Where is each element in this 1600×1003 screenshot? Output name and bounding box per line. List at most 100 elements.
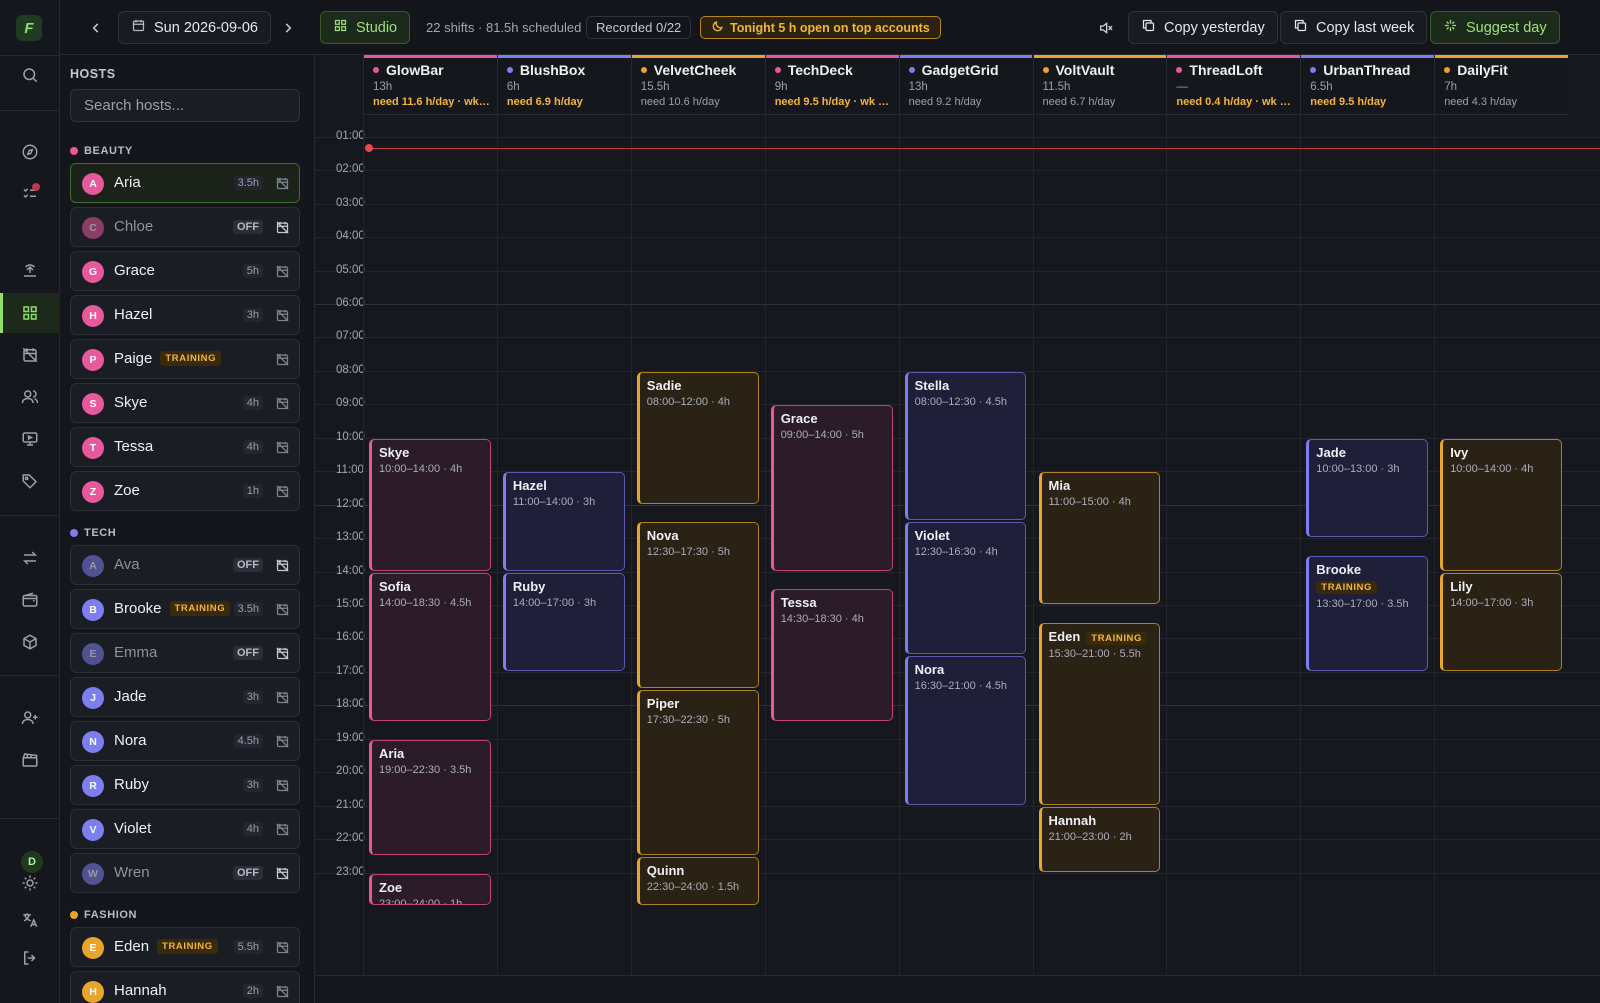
calendar-off-icon[interactable] — [275, 866, 290, 881]
host-row[interactable]: G Grace 5h — [70, 251, 300, 291]
host-row[interactable]: T Tessa 4h — [70, 427, 300, 467]
transfer-icon[interactable] — [0, 538, 60, 578]
shift-block[interactable]: Skye 10:00–14:00 · 4h — [369, 438, 491, 571]
package-icon[interactable] — [0, 622, 60, 662]
account-column-header[interactable]: UrbanThread 6.5h need 9.5 h/day — [1300, 55, 1435, 115]
studio-view-button[interactable]: Studio — [320, 11, 411, 44]
host-row[interactable]: C Chloe OFF — [70, 207, 300, 247]
host-row[interactable]: V Violet 4h — [70, 809, 300, 849]
logout-icon[interactable] — [0, 938, 60, 978]
shift-block[interactable]: Violet 12:30–16:30 · 4h — [904, 522, 1027, 655]
shift-block[interactable]: Aria 19:00–22:30 · 3.5h — [369, 739, 491, 855]
wallet-icon[interactable] — [0, 580, 60, 620]
shift-block[interactable]: Nova 12:30–17:30 · 5h — [636, 522, 759, 688]
copy-last-week-button[interactable]: Copy last week — [1280, 11, 1428, 44]
chevron-left-icon[interactable] — [84, 11, 108, 44]
calendar-off-icon[interactable] — [275, 396, 290, 411]
translate-icon[interactable] — [0, 900, 60, 940]
shift-block[interactable]: Hazel 11:00–14:00 · 3h — [502, 472, 625, 571]
tags-icon[interactable] — [0, 461, 60, 501]
calendar-off-icon[interactable] — [0, 335, 60, 375]
compass-icon[interactable] — [0, 132, 60, 172]
shift-block[interactable]: Jade 10:00–13:00 · 3h — [1306, 438, 1429, 538]
shift-block[interactable]: Lily 14:00–17:00 · 3h — [1440, 572, 1563, 671]
suggest-day-button[interactable]: Suggest day — [1430, 11, 1560, 44]
shift-block[interactable]: Sadie 08:00–12:00 · 4h — [636, 371, 759, 504]
calendar-off-icon[interactable] — [275, 220, 290, 235]
calendar-off-icon[interactable] — [275, 352, 290, 367]
account-column-header[interactable]: BlushBox 6h need 6.9 h/day — [496, 55, 631, 115]
calendar-off-icon[interactable] — [275, 646, 290, 661]
shift-block[interactable]: Tessa 14:30–18:30 · 4h — [770, 589, 893, 722]
calendar-off-icon[interactable] — [275, 484, 290, 499]
search-hosts-input[interactable] — [70, 89, 300, 122]
clapper-icon[interactable] — [0, 740, 60, 780]
training-badge: TRAINING — [160, 351, 222, 366]
account-column-header[interactable]: VoltVault 11.5h need 6.7 h/day — [1032, 55, 1167, 115]
shift-block[interactable]: Zoe 23:00–24:00 · 1h — [369, 873, 491, 906]
calendar-off-icon[interactable] — [275, 690, 290, 705]
host-row[interactable]: H Hazel 3h — [70, 295, 300, 335]
grid-icon[interactable] — [0, 293, 60, 333]
user-plus-icon[interactable] — [0, 698, 60, 738]
date-picker-button[interactable]: Sun 2026-09-06 — [118, 11, 271, 44]
host-row[interactable]: E Eden TRAINING 5.5h — [70, 927, 300, 967]
shift-block[interactable]: Nora 16:30–21:00 · 4.5h — [904, 656, 1027, 805]
account-column-header[interactable]: ThreadLoft — need 0.4 h/day · wk 0/… — [1166, 55, 1301, 115]
tonight-alert[interactable]: Tonight 5 h open on top accounts — [700, 16, 941, 39]
shift-block[interactable]: Stella 08:00–12:30 · 4.5h — [904, 371, 1027, 521]
account-column-header[interactable]: GadgetGrid 13h need 9.2 h/day — [898, 55, 1033, 115]
chevron-right-icon[interactable] — [276, 11, 300, 44]
monitor-icon[interactable] — [0, 419, 60, 459]
account-column-header[interactable]: DailyFit 7h need 4.3 h/day — [1434, 55, 1569, 115]
calendar-off-icon[interactable] — [275, 440, 290, 455]
calendar-off-icon[interactable] — [275, 308, 290, 323]
shift-block[interactable]: Mia 11:00–15:00 · 4h — [1038, 472, 1161, 605]
calendar-off-icon[interactable] — [275, 822, 290, 837]
account-name: TechDeck — [787, 62, 853, 78]
broadcast-icon[interactable] — [0, 250, 60, 290]
calendar-off-icon[interactable] — [275, 558, 290, 573]
host-row[interactable]: Z Zoe 1h — [70, 471, 300, 511]
users-icon[interactable] — [0, 377, 60, 417]
hour-gridline — [315, 303, 1600, 305]
calendar-off-icon[interactable] — [275, 778, 290, 793]
host-row[interactable]: N Nora 4.5h — [70, 721, 300, 761]
calendar-off-icon[interactable] — [275, 734, 290, 749]
shift-block[interactable]: Piper 17:30–22:30 · 5h — [636, 689, 759, 855]
host-row[interactable]: B Brooke TRAINING 3.5h — [70, 589, 300, 629]
host-row[interactable]: J Jade 3h — [70, 677, 300, 717]
checklist-icon[interactable] — [0, 174, 60, 214]
calendar-off-icon[interactable] — [275, 264, 290, 279]
avatar: B — [82, 599, 104, 621]
host-row[interactable]: R Ruby 3h — [70, 765, 300, 805]
host-row[interactable]: E Emma OFF — [70, 633, 300, 673]
shift-block[interactable]: Sofia 14:00–18:30 · 4.5h — [369, 572, 491, 722]
shift-block[interactable]: Hannah 21:00–23:00 · 2h — [1038, 806, 1161, 872]
calendar-off-icon[interactable] — [275, 176, 290, 191]
account-column-header[interactable]: GlowBar 13h need 11.6 h/day · wk 7… — [363, 55, 497, 115]
host-row[interactable]: P Paige TRAINING — [70, 339, 300, 379]
account-column-header[interactable]: TechDeck 9h need 9.5 h/day · wk 67… — [764, 55, 899, 115]
calendar-off-icon[interactable] — [275, 940, 290, 955]
host-row[interactable]: A Ava OFF — [70, 545, 300, 585]
host-row[interactable]: A Aria 3.5h — [70, 163, 300, 203]
app-logo[interactable]: F — [16, 15, 42, 41]
shift-block[interactable]: Brooke TRAINING 13:30–17:00 · 3.5h — [1306, 555, 1429, 671]
shift-block[interactable]: Quinn 22:30–24:00 · 1.5h — [636, 856, 759, 906]
account-column-header[interactable]: VelvetCheek 15.5h need 10.6 h/day — [630, 55, 765, 115]
calendar-off-icon[interactable] — [275, 984, 290, 999]
host-row[interactable]: W Wren OFF — [70, 853, 300, 893]
recorded-badge: Recorded 0/22 — [586, 16, 692, 39]
host-row[interactable]: H Hannah 2h — [70, 971, 300, 1003]
copy-yesterday-button[interactable]: Copy yesterday — [1128, 11, 1278, 44]
host-row[interactable]: S Skye 4h — [70, 383, 300, 423]
shift-block[interactable]: Ruby 14:00–17:00 · 3h — [502, 572, 625, 671]
calendar-off-icon[interactable] — [275, 602, 290, 617]
mute-icon[interactable] — [1095, 11, 1117, 44]
sun-icon[interactable] — [0, 863, 60, 903]
shift-block[interactable]: Ivy 10:00–14:00 · 4h — [1440, 438, 1563, 571]
search-icon[interactable] — [0, 55, 60, 95]
shift-block[interactable]: Eden TRAINING 15:30–21:00 · 5.5h — [1038, 622, 1161, 805]
shift-block[interactable]: Grace 09:00–14:00 · 5h — [770, 405, 893, 571]
